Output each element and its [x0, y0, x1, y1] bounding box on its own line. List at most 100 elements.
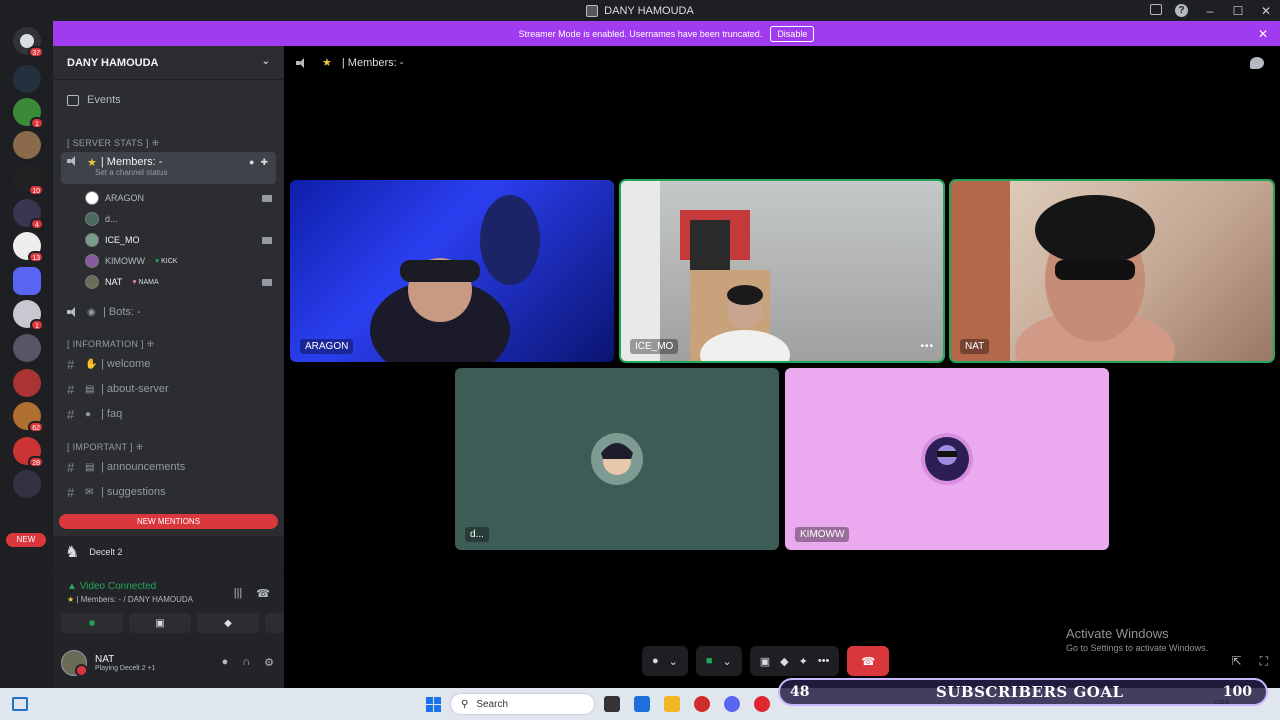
minimize-button[interactable]: – — [1196, 4, 1224, 18]
popout-icon[interactable]: ⇱ — [1232, 654, 1242, 669]
disconnect-button[interactable]: ☎ — [847, 646, 890, 676]
channel-announcements[interactable]: # ▤ | announcements — [61, 456, 276, 478]
chevron-down-icon[interactable]: ⌄ — [669, 655, 678, 668]
activity-button[interactable]: ◆ — [197, 613, 259, 633]
chat-icon[interactable]: ● — [249, 157, 254, 168]
screen-share-button[interactable]: ▣ — [129, 613, 191, 633]
user-avatar[interactable] — [61, 650, 88, 677]
noise-suppression-icon[interactable]: ||| — [234, 587, 243, 600]
chevron-down-icon: ⌄ — [261, 56, 270, 67]
channel-sidebar: DANY HAMOUDA ⌄ Events [ SERVER STATS ] ⁜… — [53, 46, 327, 688]
folder-icon[interactable] — [13, 267, 41, 295]
activation-title: Activate Windows — [1066, 626, 1169, 641]
channel-welcome[interactable]: # ✋ | welcome — [61, 353, 276, 375]
app-icon[interactable] — [694, 696, 710, 712]
server-icon[interactable]: 4 — [13, 199, 44, 230]
server-icon[interactable]: 10 — [13, 165, 44, 196]
microphone-control[interactable]: ● ⌄ — [642, 646, 688, 676]
store-icon[interactable] — [634, 696, 650, 712]
fullscreen-icon[interactable]: ⛶ — [1260, 654, 1268, 669]
camera-icon — [262, 279, 272, 286]
widgets-icon[interactable] — [12, 697, 28, 711]
channel-name: | about-server — [101, 383, 169, 395]
opera-icon[interactable] — [754, 696, 770, 712]
voice-member[interactable]: NAT ♥ NAMA — [85, 273, 159, 291]
windows-activation-watermark: Activate Windows Go to Settings to activ… — [1066, 626, 1208, 653]
voice-channel-bots[interactable]: ◉ | Bots: - — [61, 301, 276, 323]
server-icon[interactable]: 1 — [13, 300, 44, 331]
channel-about-server[interactable]: # ▤ | about-server — [61, 378, 276, 400]
close-banner-icon[interactable]: ✕ — [1258, 27, 1268, 41]
activity-icon[interactable]: ◆ — [780, 655, 788, 668]
new-mentions-button[interactable]: NEW MENTIONS — [59, 514, 278, 529]
server-name: DANY HAMOUDA — [67, 56, 159, 69]
server-icon[interactable] — [13, 131, 41, 159]
voice-channel-members[interactable]: ★ | Members: - Set a channel status ● ✚ — [61, 152, 276, 184]
stage-channel-name: | Members: - — [341, 56, 404, 69]
help-icon[interactable]: ? — [1175, 4, 1188, 17]
participant-name: d... — [465, 527, 489, 542]
channel-faq[interactable]: # ● | faq — [61, 403, 276, 425]
subscribers-goal-overlay: 48 SUBSCRIBERS GOAL 100 — [778, 678, 1268, 706]
soundboard-icon[interactable]: ✦ — [799, 655, 808, 668]
server-icon[interactable]: 62 — [13, 402, 44, 433]
new-badge[interactable]: NEW — [6, 533, 46, 547]
home-button[interactable]: 37 — [13, 27, 44, 58]
voice-member[interactable]: ARAGON — [85, 189, 144, 207]
category-information[interactable]: [ INFORMATION ] ⁜ — [67, 339, 154, 350]
category-server-stats[interactable]: [ SERVER STATS ] ⁜ — [67, 138, 159, 149]
chat-icon[interactable] — [1250, 57, 1264, 69]
hash-icon: # — [67, 356, 75, 372]
microphone-icon[interactable]: ● — [222, 656, 229, 669]
voice-channel-path[interactable]: ★ | Members: - / DANY HAMOUDA — [67, 595, 193, 604]
more-icon[interactable]: ••• — [818, 655, 830, 667]
video-tile[interactable]: NAT — [949, 179, 1275, 363]
discord-icon[interactable] — [724, 696, 740, 712]
chevron-down-icon[interactable]: ⌄ — [723, 655, 732, 668]
gear-icon[interactable]: ⚙ — [264, 656, 274, 669]
member-name: ARAGON — [105, 193, 145, 203]
disconnect-icon[interactable]: ☎ — [256, 587, 270, 600]
video-tile[interactable]: ICE_MO ••• — [619, 179, 945, 363]
video-tile[interactable]: ARAGON — [290, 180, 614, 362]
server-icon[interactable] — [13, 65, 41, 93]
more-options-icon[interactable]: ••• — [920, 341, 934, 352]
screen-share-icon[interactable]: ▣ — [760, 655, 770, 668]
disable-streamer-mode-button[interactable]: Disable — [770, 25, 815, 42]
server-icon[interactable]: 13 — [13, 232, 44, 263]
voice-stage: ★ | Members: - ARAGON ICE_MO ••• NAT d..… — [284, 46, 1280, 688]
maximize-button[interactable]: ☐ — [1224, 4, 1252, 18]
server-badge: 62 — [28, 421, 44, 433]
events-label: Events — [87, 94, 121, 106]
task-view-icon[interactable] — [604, 696, 620, 712]
server-icon[interactable]: 1 — [13, 98, 44, 129]
add-member-icon[interactable]: ✚ — [260, 157, 268, 168]
server-icon[interactable]: 28 — [13, 437, 44, 468]
voice-member[interactable]: d... — [85, 210, 118, 228]
participant-name: ICE_MO — [630, 339, 679, 354]
close-window-button[interactable]: ✕ — [1252, 4, 1280, 18]
video-tile[interactable]: KIMOWW — [785, 368, 1109, 550]
set-channel-status[interactable]: Set a channel status — [95, 168, 168, 177]
server-header[interactable]: DANY HAMOUDA ⌄ — [53, 46, 284, 80]
server-icon[interactable] — [13, 369, 41, 397]
server-icon[interactable] — [13, 470, 41, 498]
voice-member[interactable]: ICE_MO — [85, 231, 140, 249]
camera-toggle-button[interactable]: ■ — [61, 613, 123, 633]
camera-control[interactable]: ■ ⌄ — [695, 646, 742, 676]
channel-name: | Bots: - — [103, 306, 141, 318]
inbox-icon[interactable] — [1150, 4, 1162, 15]
game-activity[interactable]: ♞ Decelt 2 — [53, 536, 284, 568]
headphones-icon[interactable]: ∩ — [242, 656, 250, 669]
video-tile[interactable]: d... — [455, 368, 779, 550]
file-explorer-icon[interactable] — [664, 696, 680, 712]
member-name: KIMOWW — [105, 256, 145, 266]
category-important[interactable]: [ IMPORTANT ] ⁜ — [67, 442, 144, 453]
channel-suggestions[interactable]: # ✉ | suggestions — [61, 481, 276, 503]
server-icon[interactable] — [13, 334, 41, 362]
events-link[interactable]: Events — [67, 94, 121, 106]
hash-icon: # — [67, 459, 75, 475]
search-input[interactable]: ⚲ Search — [450, 693, 595, 715]
start-button[interactable] — [426, 697, 441, 712]
voice-member[interactable]: KIMOWW ♥ KICK — [85, 252, 177, 270]
